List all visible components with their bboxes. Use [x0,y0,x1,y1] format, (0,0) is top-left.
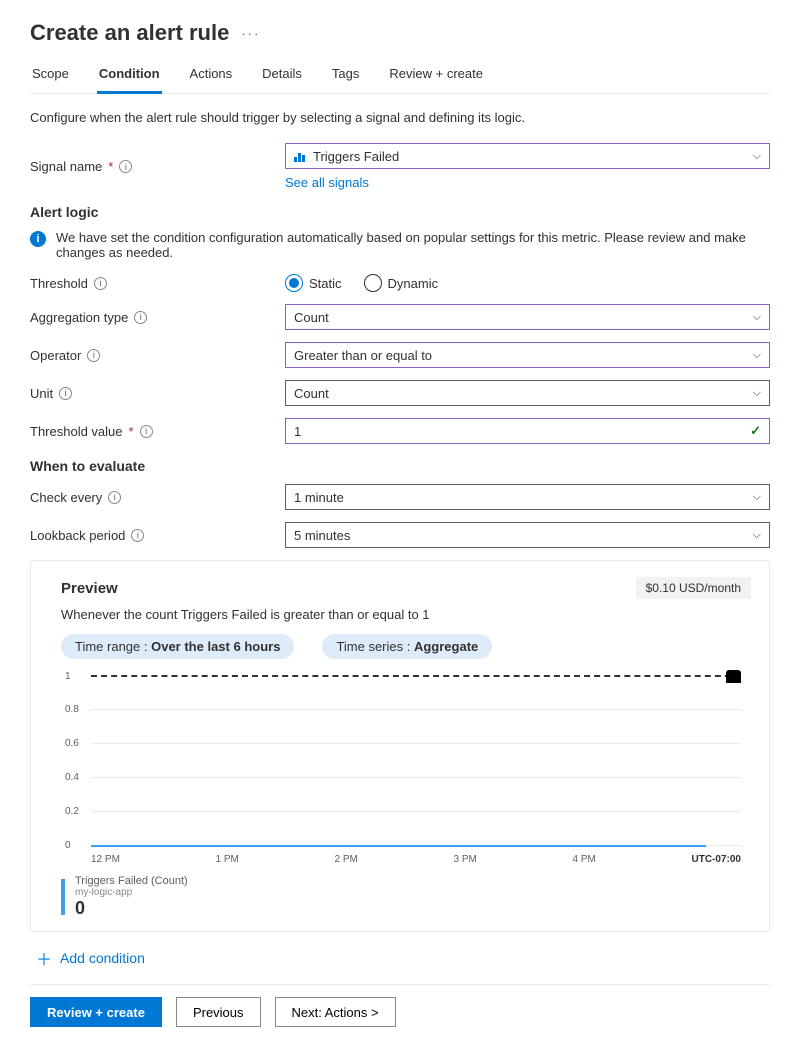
chart-legend: Triggers Failed (Count) my-logic-app 0 [61,875,751,919]
chevron-down-icon: ⌵ [753,387,761,400]
previous-button[interactable]: Previous [176,997,261,1027]
info-icon[interactable]: i [59,387,72,400]
tab-actions[interactable]: Actions [188,60,235,93]
info-icon[interactable]: i [87,349,100,362]
operator-label: Operator [30,348,81,363]
check-every-label: Check every [30,490,102,505]
unit-value: Count [294,386,329,401]
alert-logic-heading: Alert logic [30,204,770,220]
threshold-dynamic-radio[interactable]: Dynamic [364,274,439,292]
threshold-marker-icon [726,670,741,683]
info-icon[interactable]: i [94,277,107,290]
threshold-label: Threshold [30,276,88,291]
threshold-line: 1 [91,675,741,677]
chart-series-line [91,845,706,847]
aggregation-label: Aggregation type [30,310,128,325]
price-badge: $0.10 USD/month [636,577,751,599]
threshold-static-label: Static [309,276,342,291]
legend-color-swatch [61,879,65,915]
tab-tags[interactable]: Tags [330,60,361,93]
metric-icon [294,150,305,162]
page-title: Create an alert rule [30,20,229,46]
info-icon[interactable]: i [140,425,153,438]
unit-label: Unit [30,386,53,401]
chevron-down-icon: ⌵ [753,491,761,504]
info-icon[interactable]: i [108,491,121,504]
when-to-evaluate-heading: When to evaluate [30,458,770,474]
add-condition-button[interactable]: ＋ Add condition [36,946,770,970]
info-banner-icon: i [30,231,46,247]
tab-bar: Scope Condition Actions Details Tags Rev… [30,60,770,94]
threshold-value-label: Threshold value [30,424,123,439]
time-range-pill[interactable]: Time range : Over the last 6 hours [61,634,294,659]
info-icon[interactable]: i [119,160,132,173]
time-series-pill[interactable]: Time series : Aggregate [322,634,492,659]
threshold-value-input[interactable]: 1 ✓ [285,418,770,444]
tab-scope[interactable]: Scope [30,60,71,93]
plus-icon: ＋ [36,946,52,970]
tab-description: Configure when the alert rule should tri… [30,110,770,125]
lookback-select[interactable]: 5 minutes ⌵ [285,522,770,548]
chevron-down-icon: ⌵ [753,529,761,542]
tab-review-create[interactable]: Review + create [387,60,485,93]
aggregation-select[interactable]: Count ⌵ [285,304,770,330]
legend-value: 0 [75,898,188,919]
lookback-label: Lookback period [30,528,125,543]
unit-select[interactable]: Count ⌵ [285,380,770,406]
check-every-select[interactable]: 1 minute ⌵ [285,484,770,510]
valid-check-icon: ✓ [750,423,761,439]
operator-select[interactable]: Greater than or equal to ⌵ [285,342,770,368]
operator-value: Greater than or equal to [294,348,432,363]
signal-name-label: Signal name [30,159,102,174]
preview-sentence: Whenever the count Triggers Failed is gr… [61,607,751,622]
legend-subtitle: my-logic-app [75,887,188,898]
chart-x-axis: 12 PM 1 PM 2 PM 3 PM 4 PM UTC-07:00 [91,854,741,865]
review-create-button[interactable]: Review + create [30,997,162,1027]
add-condition-label: Add condition [60,950,145,966]
aggregation-value: Count [294,310,329,325]
see-all-signals-link[interactable]: See all signals [285,175,369,190]
chevron-down-icon: ⌵ [753,311,761,324]
legend-title: Triggers Failed (Count) [75,875,188,887]
more-menu-icon[interactable]: ··· [241,26,260,41]
info-banner-text: We have set the condition configuration … [56,230,770,260]
chevron-down-icon: ⌵ [753,150,761,163]
tab-details[interactable]: Details [260,60,304,93]
preview-chart: 1 0.8 0.6 0.4 0.2 0 12 PM 1 PM 2 PM 3 PM… [61,671,751,871]
info-icon[interactable]: i [131,529,144,542]
threshold-dynamic-label: Dynamic [388,276,439,291]
next-actions-button[interactable]: Next: Actions > [275,997,396,1027]
info-icon[interactable]: i [134,311,147,324]
threshold-static-radio[interactable]: Static [285,274,342,292]
chevron-down-icon: ⌵ [753,349,761,362]
check-every-value: 1 minute [294,490,344,505]
tab-condition[interactable]: Condition [97,60,162,94]
threshold-value: 1 [294,424,301,439]
preview-panel: Preview $0.10 USD/month Whenever the cou… [30,560,770,932]
preview-heading: Preview [61,580,118,597]
required-indicator: * [129,424,134,439]
signal-name-select[interactable]: Triggers Failed ⌵ [285,143,770,169]
signal-name-value: Triggers Failed [313,149,399,164]
lookback-value: 5 minutes [294,528,350,543]
required-indicator: * [108,159,113,174]
